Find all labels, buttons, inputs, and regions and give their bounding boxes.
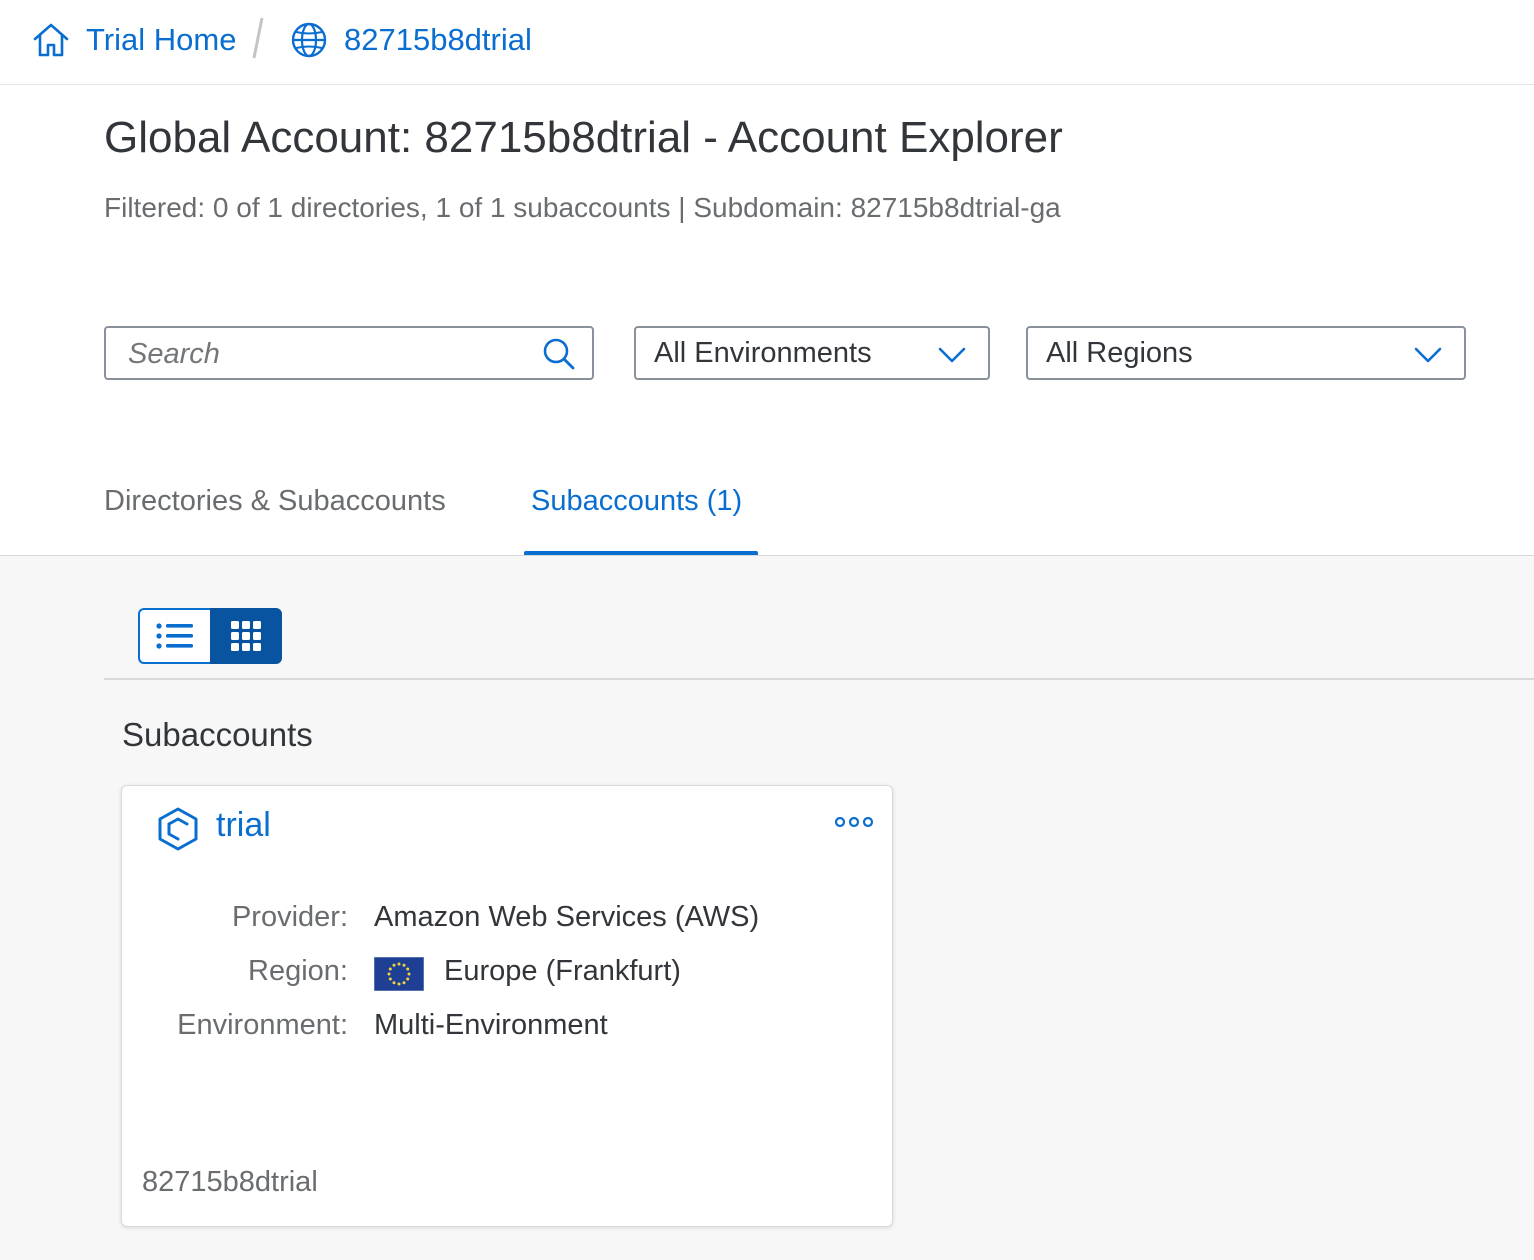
breadcrumb-home[interactable]: Trial Home <box>32 0 236 80</box>
search-field[interactable] <box>104 326 594 380</box>
page-header: Global Account: 82715b8dtrial - Account … <box>0 85 1534 556</box>
chevron-down-icon <box>1414 347 1442 363</box>
eu-flag-icon <box>374 957 424 991</box>
breadcrumb-account[interactable]: 82715b8dtrial <box>290 0 532 80</box>
globe-icon <box>291 22 327 58</box>
list-view-button[interactable] <box>138 608 210 664</box>
provider-value: Amazon Web Services (AWS) <box>374 901 760 933</box>
region-select[interactable]: All Regions <box>1026 326 1466 380</box>
subaccount-card[interactable]: trial Provider: Amazon Web Services (AWS… <box>121 785 893 1227</box>
search-input[interactable] <box>128 336 528 372</box>
region-value: Europe (Frankfurt) <box>444 955 681 987</box>
tab-directories-subaccounts[interactable]: Directories & Subaccounts <box>104 485 446 518</box>
environment-value: Multi-Environment <box>374 1009 608 1041</box>
tab-subaccounts[interactable]: Subaccounts (1) <box>531 485 742 518</box>
region-label: Region: <box>248 955 348 987</box>
subaccount-name-link[interactable]: trial <box>216 806 271 845</box>
environment-label: Environment: <box>177 1009 348 1041</box>
section-title: Subaccounts <box>122 716 313 753</box>
subaccount-cube-icon <box>158 807 198 851</box>
home-icon <box>33 23 69 57</box>
view-toggle <box>138 608 282 664</box>
page-subtitle: Filtered: 0 of 1 directories, 1 of 1 sub… <box>104 192 1061 223</box>
provider-row: Provider: Amazon Web Services (AWS) <box>122 901 894 941</box>
provider-label: Provider: <box>231 901 348 933</box>
content-divider <box>104 678 1534 680</box>
environment-select[interactable]: All Environments <box>634 326 990 380</box>
more-options-icon[interactable] <box>834 814 874 830</box>
top-bar: Trial Home 82715b8dtrial <box>0 0 1534 85</box>
active-tab-indicator <box>524 551 758 555</box>
chevron-down-icon <box>938 347 966 363</box>
environment-row: Environment: Multi-Environment <box>122 1009 894 1049</box>
region-row: Region: Europe (Frankfurt) <box>122 955 894 995</box>
page-title: Global Account: 82715b8dtrial - Account … <box>104 113 1063 162</box>
breadcrumb-account-label: 82715b8dtrial <box>344 22 532 57</box>
breadcrumb-home-label: Trial Home <box>86 22 237 57</box>
environment-select-value: All Environments <box>654 337 872 369</box>
region-select-value: All Regions <box>1046 337 1193 369</box>
search-icon[interactable] <box>542 337 576 371</box>
grid-view-button[interactable] <box>210 608 282 664</box>
breadcrumb-separator <box>252 17 264 59</box>
list-icon <box>156 623 193 649</box>
grid-icon <box>231 621 261 651</box>
card-footer-account: 82715b8dtrial <box>142 1166 318 1198</box>
